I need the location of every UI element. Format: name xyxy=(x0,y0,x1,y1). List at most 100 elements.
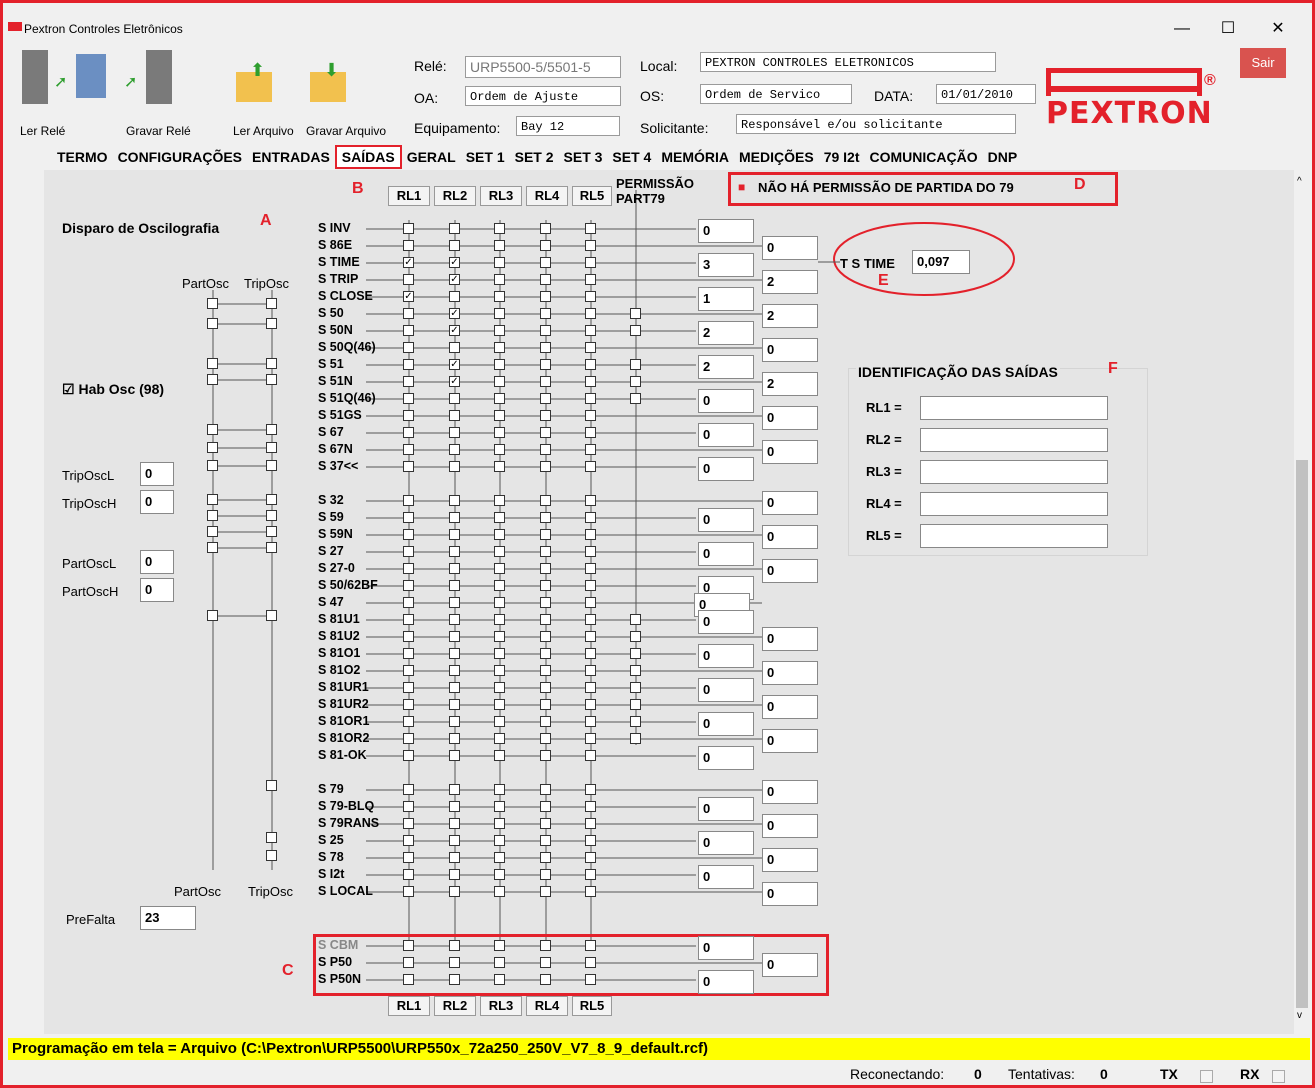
relay-checkbox[interactable] xyxy=(540,716,551,727)
relay-checkbox[interactable] xyxy=(403,359,414,370)
relay-checkbox[interactable] xyxy=(585,648,596,659)
permission-checkbox[interactable] xyxy=(630,393,641,404)
time-value-field[interactable]: 0 xyxy=(698,970,754,994)
relay-checkbox[interactable] xyxy=(403,784,414,795)
relay-bottom-rl1[interactable]: RL1 xyxy=(388,996,430,1016)
relay-checkbox[interactable] xyxy=(403,957,414,968)
relay-checkbox[interactable] xyxy=(540,835,551,846)
relay-checkbox[interactable] xyxy=(585,274,596,285)
relay-checkbox[interactable] xyxy=(494,940,505,951)
relay-checkbox[interactable] xyxy=(540,495,551,506)
relay-checkbox[interactable] xyxy=(585,733,596,744)
relay-checkbox[interactable] xyxy=(540,223,551,234)
relay-checkbox[interactable] xyxy=(540,940,551,951)
relay-checkbox[interactable] xyxy=(403,682,414,693)
osc-part-checkbox[interactable] xyxy=(207,460,218,471)
osc-part-checkbox[interactable] xyxy=(207,542,218,553)
relay-top-rl5[interactable]: RL5 xyxy=(572,186,612,206)
relay-checkbox[interactable] xyxy=(403,869,414,880)
time-value-field[interactable]: 0 xyxy=(698,508,754,532)
relay-checkbox[interactable] xyxy=(540,546,551,557)
relay-checkbox[interactable] xyxy=(585,580,596,591)
relay-checkbox[interactable] xyxy=(403,597,414,608)
relay-checkbox[interactable] xyxy=(494,427,505,438)
relay-checkbox[interactable] xyxy=(403,563,414,574)
time-value-field[interactable]: 0 xyxy=(698,389,754,413)
relay-checkbox[interactable] xyxy=(403,461,414,472)
relay-checkbox[interactable] xyxy=(585,393,596,404)
relay-checkbox[interactable] xyxy=(494,957,505,968)
time-value-field[interactable]: 0 xyxy=(698,865,754,889)
relay-checkbox[interactable] xyxy=(585,852,596,863)
relay-checkbox[interactable] xyxy=(540,257,551,268)
permission-checkbox[interactable] xyxy=(630,699,641,710)
relay-checkbox[interactable] xyxy=(494,801,505,812)
relay-checkbox[interactable] xyxy=(403,376,414,387)
relay-checkbox[interactable] xyxy=(403,274,414,285)
relay-checkbox[interactable] xyxy=(540,682,551,693)
relay-checkbox[interactable] xyxy=(449,699,460,710)
relay-checkbox[interactable] xyxy=(403,495,414,506)
relay-checkbox[interactable] xyxy=(494,580,505,591)
osc-part-checkbox[interactable] xyxy=(207,374,218,385)
relay-checkbox[interactable] xyxy=(540,461,551,472)
relay-checkbox[interactable] xyxy=(585,801,596,812)
osc-trip-checkbox[interactable] xyxy=(266,780,277,791)
relay-checkbox[interactable] xyxy=(540,240,551,251)
relay-checkbox[interactable] xyxy=(494,546,505,557)
relay-checkbox[interactable] xyxy=(585,257,596,268)
hab-osc-checkbox[interactable]: ☑ Hab Osc (98) xyxy=(62,381,164,398)
relay-checkbox[interactable] xyxy=(403,733,414,744)
relay-checkbox[interactable] xyxy=(449,393,460,404)
relay-checkbox[interactable] xyxy=(585,512,596,523)
relay-checkbox[interactable] xyxy=(540,580,551,591)
relay-checkbox[interactable] xyxy=(449,750,460,761)
ident-field-3[interactable] xyxy=(920,460,1108,484)
relay-checkbox[interactable] xyxy=(449,597,460,608)
relay-checkbox[interactable] xyxy=(540,852,551,863)
osc-trip-checkbox[interactable] xyxy=(266,526,277,537)
relay-checkbox[interactable] xyxy=(585,376,596,387)
permission-checkbox[interactable] xyxy=(630,733,641,744)
permission-checkbox[interactable] xyxy=(630,359,641,370)
time-value-field[interactable]: 0 xyxy=(698,936,754,960)
ident-field-1[interactable] xyxy=(920,396,1108,420)
relay-checkbox[interactable] xyxy=(585,665,596,676)
time-value-field[interactable]: 0 xyxy=(762,627,818,651)
relay-checkbox[interactable]: ✓ xyxy=(403,257,414,268)
time-value-field[interactable]: 0 xyxy=(762,780,818,804)
relay-checkbox[interactable] xyxy=(403,818,414,829)
relay-checkbox[interactable] xyxy=(449,461,460,472)
relay-top-rl1[interactable]: RL1 xyxy=(388,186,430,206)
relay-checkbox[interactable] xyxy=(403,699,414,710)
relay-checkbox[interactable] xyxy=(403,974,414,985)
ident-field-2[interactable] xyxy=(920,428,1108,452)
relay-checkbox[interactable] xyxy=(494,733,505,744)
relay-checkbox[interactable] xyxy=(449,223,460,234)
time-value-field[interactable]: 0 xyxy=(762,953,818,977)
relay-checkbox[interactable] xyxy=(449,957,460,968)
relay-checkbox[interactable] xyxy=(403,410,414,421)
relay-checkbox[interactable] xyxy=(540,342,551,353)
partoscl-field[interactable]: 0 xyxy=(140,550,174,574)
relay-checkbox[interactable] xyxy=(403,546,414,557)
relay-checkbox[interactable] xyxy=(585,631,596,642)
relay-checkbox[interactable] xyxy=(403,665,414,676)
time-value-field[interactable]: 0 xyxy=(762,559,818,583)
time-value-field[interactable]: 0 xyxy=(762,695,818,719)
relay-checkbox[interactable] xyxy=(449,974,460,985)
relay-checkbox[interactable] xyxy=(585,325,596,336)
osc-part-checkbox[interactable] xyxy=(207,298,218,309)
relay-checkbox[interactable] xyxy=(449,495,460,506)
relay-checkbox[interactable] xyxy=(494,274,505,285)
time-value-field[interactable]: 0 xyxy=(698,712,754,736)
time-value-field[interactable]: 2 xyxy=(762,372,818,396)
relay-checkbox[interactable] xyxy=(403,580,414,591)
relay-bottom-rl2[interactable]: RL2 xyxy=(434,996,476,1016)
relay-checkbox[interactable] xyxy=(449,512,460,523)
osc-trip-checkbox[interactable] xyxy=(266,374,277,385)
relay-checkbox[interactable] xyxy=(449,665,460,676)
relay-checkbox[interactable] xyxy=(403,940,414,951)
relay-checkbox[interactable] xyxy=(449,580,460,591)
relay-checkbox[interactable] xyxy=(494,308,505,319)
